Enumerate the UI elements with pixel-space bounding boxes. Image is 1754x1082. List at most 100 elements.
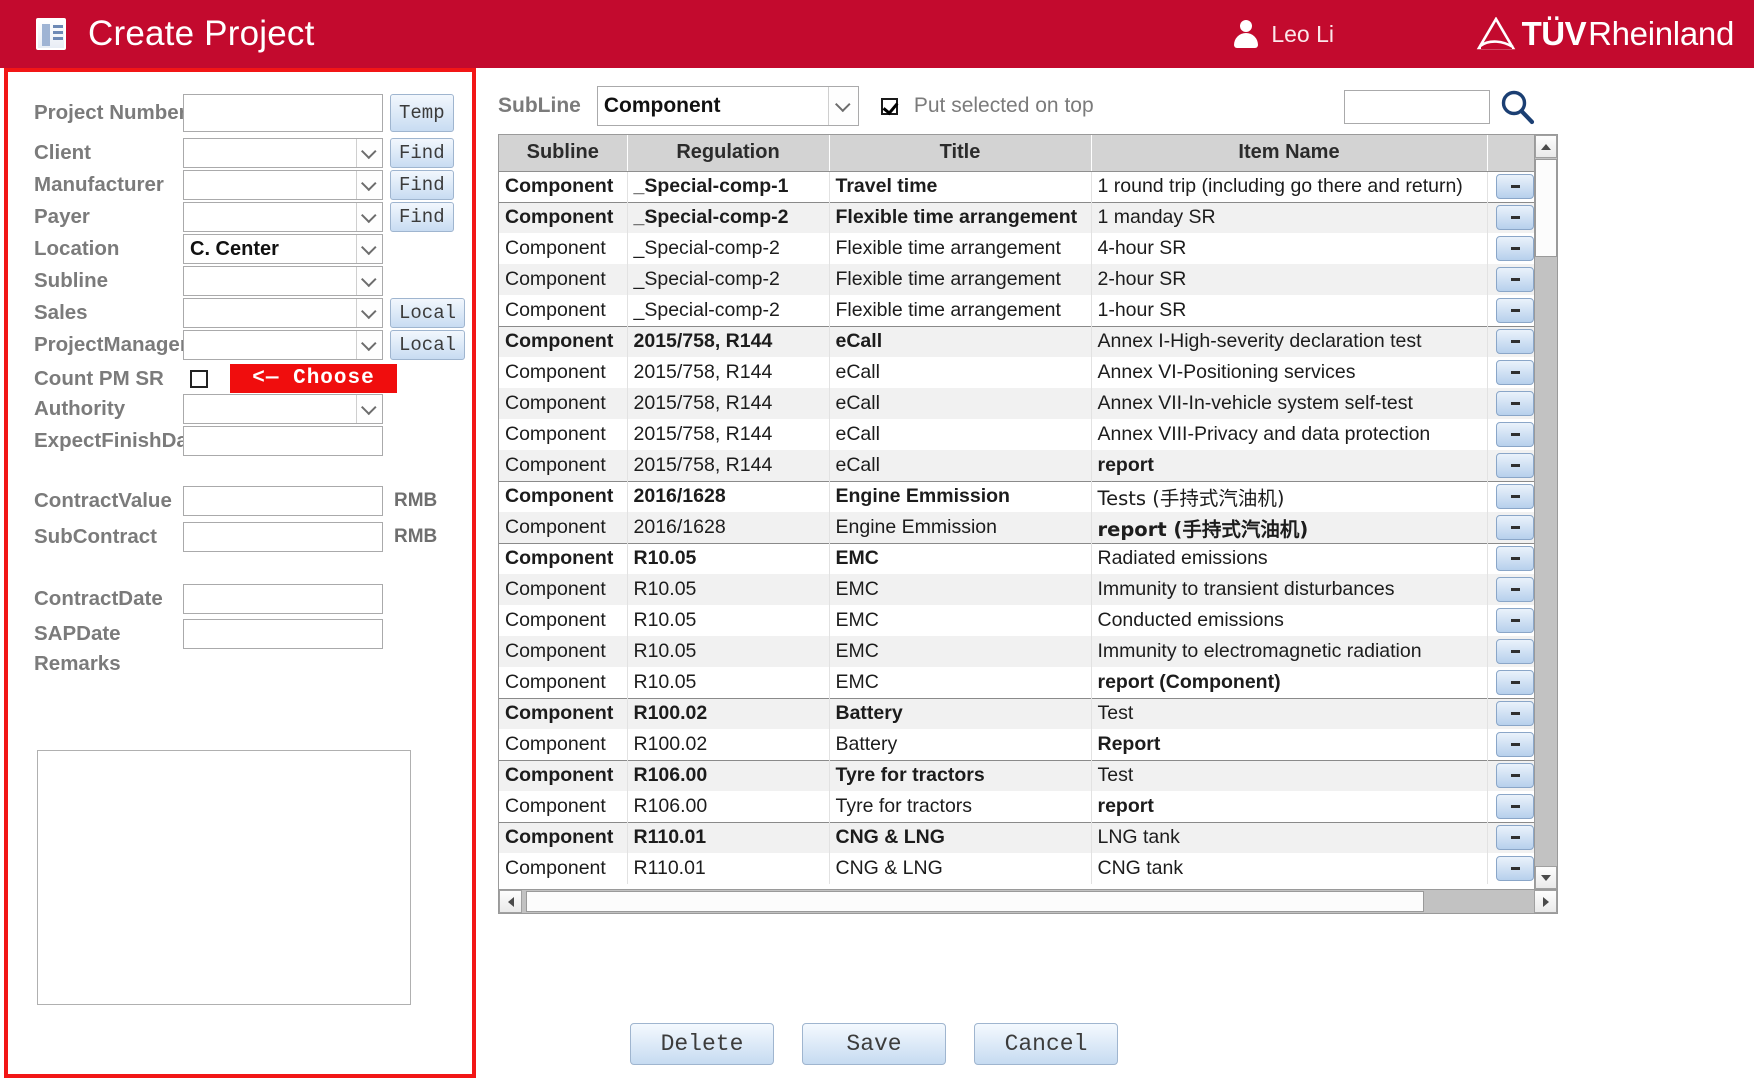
chevron-down-icon[interactable]: [356, 299, 382, 327]
vertical-scrollbar-thumb[interactable]: [1535, 159, 1557, 257]
remove-item-button[interactable]: [1496, 731, 1534, 757]
contract-value-input[interactable]: [183, 486, 383, 516]
temp-button[interactable]: Temp: [390, 94, 454, 132]
table-row[interactable]: Component _Special-comp-1 Travel time 1 rou…: [499, 170, 1534, 202]
payer-find-button[interactable]: Find: [390, 202, 454, 232]
table-row[interactable]: Component _Special-comp-2 Flexible time ar…: [499, 295, 1534, 326]
chevron-down-icon[interactable]: [356, 267, 382, 295]
client-select[interactable]: [183, 138, 383, 168]
project-number-input[interactable]: [183, 94, 383, 132]
remove-item-button[interactable]: [1496, 639, 1534, 664]
sub-contract-input[interactable]: [183, 522, 383, 552]
chevron-down-icon[interactable]: [356, 171, 382, 199]
column-header-subline[interactable]: Subline: [499, 135, 628, 172]
scroll-down-arrow-icon[interactable]: [1535, 866, 1557, 889]
table-row[interactable]: Component 2015/758, R144 eCall Annex VII-In…: [499, 388, 1534, 419]
remove-item-button[interactable]: [1496, 577, 1534, 602]
table-row[interactable]: Component R110.01 CNG & LNG LNG tank: [499, 821, 1534, 853]
put-selected-on-top-checkbox[interactable]: [880, 97, 898, 115]
remove-item-button[interactable]: [1496, 174, 1534, 199]
table-row[interactable]: Component R100.02 Battery Report: [499, 729, 1534, 760]
subline-select[interactable]: Component: [596, 86, 859, 126]
project-manager-select[interactable]: [183, 330, 383, 360]
table-row[interactable]: Component 2015/758, R144 eCall report: [499, 450, 1534, 481]
expect-finish-date-input[interactable]: [183, 426, 383, 456]
remove-item-button[interactable]: [1496, 297, 1534, 323]
table-row[interactable]: Component 2015/758, R144 eCall Annex VIII-P…: [499, 419, 1534, 450]
delete-button[interactable]: Delete: [630, 1023, 774, 1065]
remove-item-button[interactable]: [1496, 205, 1534, 231]
table-row[interactable]: Component R110.01 CNG & LNG CNG tank: [499, 853, 1534, 884]
horizontal-scrollbar[interactable]: [499, 889, 1557, 913]
project-manager-local-button[interactable]: Local: [390, 330, 466, 360]
vertical-scrollbar[interactable]: [1534, 135, 1557, 889]
remove-item-button[interactable]: [1496, 267, 1534, 292]
chevron-down-icon[interactable]: [356, 331, 382, 359]
table-row[interactable]: Component R10.05 EMC Immunity to transient …: [499, 574, 1534, 605]
remove-item-button[interactable]: [1496, 514, 1534, 540]
table-row[interactable]: Component 2016/1628 Engine Emmission report…: [499, 512, 1534, 543]
manufacturer-find-button[interactable]: Find: [390, 170, 454, 200]
scroll-right-arrow-icon[interactable]: [1534, 890, 1557, 913]
vertical-scrollbar-track[interactable]: [1535, 257, 1557, 866]
remove-item-button[interactable]: [1496, 360, 1534, 385]
table-row[interactable]: Component R100.02 Battery Test: [499, 697, 1534, 729]
column-header-title[interactable]: Title: [829, 135, 1092, 172]
remove-item-button[interactable]: [1496, 546, 1534, 572]
items-table-viewport[interactable]: Subline Regulation Title Item Name Compo…: [499, 135, 1534, 889]
table-row[interactable]: Component R106.00 Tyre for tractors report: [499, 791, 1534, 822]
remove-item-button[interactable]: [1496, 856, 1534, 881]
client-find-button[interactable]: Find: [390, 138, 454, 168]
chevron-down-icon[interactable]: [356, 395, 382, 423]
remove-item-button[interactable]: [1496, 701, 1534, 727]
subline-form-select[interactable]: [183, 266, 383, 296]
column-header-item-name[interactable]: Item Name: [1091, 135, 1488, 172]
column-header-regulation[interactable]: Regulation: [627, 135, 830, 172]
remove-item-button[interactable]: [1496, 391, 1534, 416]
remarks-textarea[interactable]: [37, 750, 411, 1005]
remove-item-button[interactable]: [1496, 236, 1534, 261]
sales-select[interactable]: [183, 298, 383, 328]
authority-select[interactable]: [183, 394, 383, 424]
chevron-down-icon[interactable]: [827, 87, 858, 125]
scroll-left-arrow-icon[interactable]: [499, 890, 522, 913]
chevron-down-icon[interactable]: [356, 139, 382, 167]
table-row[interactable]: Component 2016/1628 Engine Emmission Tests …: [499, 480, 1534, 512]
search-input[interactable]: [1344, 90, 1490, 124]
sap-date-input[interactable]: [183, 619, 383, 649]
remove-item-button[interactable]: [1496, 484, 1534, 510]
search-icon[interactable]: [1498, 88, 1536, 126]
sales-local-button[interactable]: Local: [390, 298, 466, 328]
user-info[interactable]: Leo Li: [1233, 19, 1334, 49]
table-row[interactable]: Component _Special-comp-2 Flexible time ar…: [499, 201, 1534, 233]
horizontal-scrollbar-thumb[interactable]: [526, 891, 1424, 912]
table-row[interactable]: Component R10.05 EMC Immunity to electromag…: [499, 636, 1534, 667]
location-select[interactable]: C. Center: [183, 234, 383, 264]
remove-item-button[interactable]: [1496, 793, 1534, 819]
chevron-down-icon[interactable]: [356, 235, 382, 263]
table-row[interactable]: Component 2015/758, R144 eCall Annex VI-Pos…: [499, 357, 1534, 388]
remove-item-button[interactable]: [1496, 452, 1534, 478]
remove-item-button[interactable]: [1496, 329, 1534, 355]
table-row[interactable]: Component 2015/758, R144 eCall Annex I-High…: [499, 325, 1534, 357]
table-row[interactable]: Component R10.05 EMC Conducted emissions: [499, 605, 1534, 636]
remove-item-button[interactable]: [1496, 608, 1534, 633]
payer-select[interactable]: [183, 202, 383, 232]
remove-item-button[interactable]: [1496, 825, 1534, 851]
remove-item-button[interactable]: [1496, 422, 1534, 447]
table-row[interactable]: Component _Special-comp-2 Flexible time ar…: [499, 264, 1534, 295]
table-row[interactable]: Component R106.00 Tyre for tractors Test: [499, 759, 1534, 791]
remove-item-button[interactable]: [1496, 763, 1534, 789]
horizontal-scrollbar-track[interactable]: [1424, 890, 1534, 913]
remove-item-button[interactable]: [1496, 669, 1534, 695]
contract-date-input[interactable]: [183, 584, 383, 614]
chevron-down-icon[interactable]: [356, 203, 382, 231]
choose-button[interactable]: <— Choose: [230, 364, 397, 393]
scroll-up-arrow-icon[interactable]: [1535, 135, 1557, 158]
table-row[interactable]: Component R10.05 EMC report (Component): [499, 667, 1534, 698]
table-row[interactable]: Component _Special-comp-2 Flexible time ar…: [499, 233, 1534, 264]
manufacturer-select[interactable]: [183, 170, 383, 200]
save-button[interactable]: Save: [802, 1023, 946, 1065]
table-row[interactable]: Component R10.05 EMC Radiated emissions: [499, 542, 1534, 574]
count-pm-sr-checkbox[interactable]: [190, 369, 208, 388]
